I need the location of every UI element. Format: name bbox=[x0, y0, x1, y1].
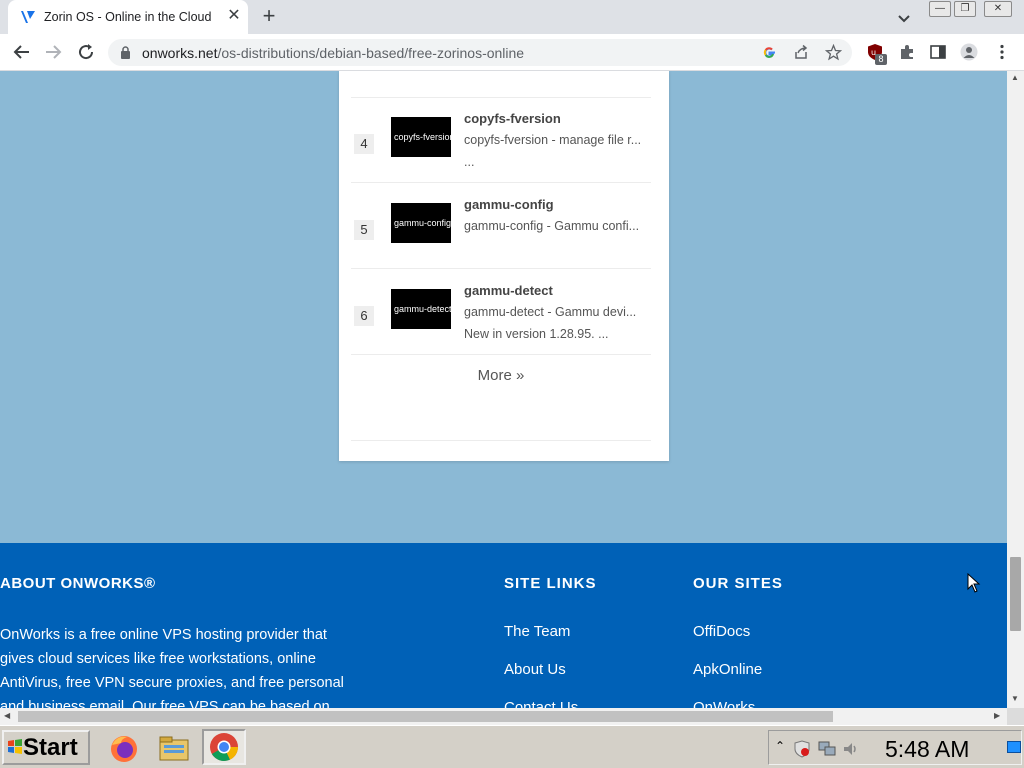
url-text[interactable]: onworks.net/os-distributions/debian-base… bbox=[142, 45, 524, 61]
share-icon[interactable] bbox=[793, 44, 810, 61]
new-tab-button[interactable]: + bbox=[258, 5, 280, 28]
footer-link-apkonline[interactable]: ApkOnline bbox=[693, 661, 762, 678]
extensions-puzzle-icon[interactable] bbox=[898, 43, 916, 61]
about-text: OnWorks is a free online VPS hosting pro… bbox=[0, 623, 360, 708]
list-item[interactable]: 4 copyfs-fversion copyfs-fversion copyfs… bbox=[339, 97, 669, 183]
tray-expand-icon[interactable]: ⌃ bbox=[775, 739, 785, 753]
tab-search-chevron-icon[interactable] bbox=[895, 9, 913, 27]
back-arrow-icon[interactable] bbox=[12, 42, 32, 62]
site-links-heading: SITE LINKS bbox=[504, 575, 597, 592]
item-description: copyfs-fversion - manage file r... bbox=[464, 133, 642, 147]
item-title-link[interactable]: copyfs-fversion bbox=[464, 111, 561, 126]
zorin-favicon-icon bbox=[21, 11, 35, 23]
footer-link-offidocs[interactable]: OffiDocs bbox=[693, 623, 750, 640]
footer-link-about-us[interactable]: About Us bbox=[504, 661, 566, 678]
reload-icon[interactable] bbox=[76, 42, 96, 62]
list-item[interactable]: 6 gammu-detect gammu-detect gammu-detect… bbox=[339, 268, 669, 354]
chrome-icon bbox=[210, 733, 238, 761]
restore-button[interactable]: ❐ bbox=[954, 1, 976, 17]
chrome-taskbar-button[interactable] bbox=[202, 729, 246, 765]
system-tray: ⌃ 5:48 AM bbox=[768, 730, 1022, 765]
about-text-line: OnWorks is a free online VPS hosting pro… bbox=[0, 627, 327, 643]
scroll-up-arrow-icon[interactable]: ▲ bbox=[1011, 73, 1019, 82]
firefox-icon[interactable] bbox=[107, 731, 141, 765]
profile-avatar-icon[interactable] bbox=[960, 43, 978, 61]
item-number: 5 bbox=[354, 220, 374, 240]
item-thumbnail[interactable]: gammu-config bbox=[391, 203, 451, 243]
close-window-button[interactable]: ✕ bbox=[984, 1, 1012, 17]
start-label: Start bbox=[23, 734, 78, 761]
forward-arrow-icon[interactable] bbox=[43, 42, 63, 62]
file-manager-icon[interactable] bbox=[157, 731, 191, 765]
side-panel-icon[interactable] bbox=[929, 43, 947, 61]
footer-link-onworks[interactable]: OnWorks bbox=[693, 699, 755, 708]
about-heading: ABOUT ONWORKS® bbox=[0, 575, 156, 592]
item-divider bbox=[351, 354, 651, 355]
tab-strip: Zorin OS - Online in the Cloud ✕ + — ❐ ✕ bbox=[0, 0, 1024, 34]
item-divider bbox=[351, 440, 651, 441]
mouse-cursor-icon bbox=[967, 573, 981, 593]
item-title-link[interactable]: gammu-config bbox=[464, 197, 554, 212]
browser-toolbar: onworks.net/os-distributions/debian-base… bbox=[0, 34, 1024, 71]
security-alert-icon[interactable] bbox=[793, 740, 811, 758]
extension-badge: 8 bbox=[875, 54, 887, 65]
bookmark-star-icon[interactable] bbox=[825, 44, 842, 61]
item-thumbnail[interactable]: gammu-detect bbox=[391, 289, 451, 329]
show-desktop-icon[interactable] bbox=[1007, 741, 1021, 753]
taskbar: Start ⌃ 5:48 AM bbox=[0, 725, 1024, 768]
lock-icon[interactable] bbox=[120, 46, 131, 59]
tab-close-icon[interactable]: ✕ bbox=[226, 8, 242, 24]
url-host: onworks.net bbox=[142, 45, 218, 61]
scroll-left-arrow-icon[interactable]: ◀ bbox=[4, 711, 10, 720]
minimize-button[interactable]: — bbox=[929, 1, 951, 17]
item-description-extra: ... bbox=[464, 155, 475, 169]
tab-title: Zorin OS - Online in the Cloud bbox=[44, 10, 212, 24]
list-item[interactable]: 5 gammu-config gammu-config gammu-config… bbox=[339, 182, 669, 268]
vertical-scrollbar[interactable]: ▲ ▼ bbox=[1007, 71, 1024, 708]
about-text-line: AntiVirus, free VPN secure proxies, and … bbox=[0, 675, 344, 691]
item-title-link[interactable]: gammu-detect bbox=[464, 283, 553, 298]
browser-tab-active[interactable]: Zorin OS - Online in the Cloud ✕ bbox=[8, 0, 248, 34]
google-icon[interactable] bbox=[761, 44, 778, 61]
about-text-line: gives cloud services like free workstati… bbox=[0, 651, 316, 667]
item-number: 4 bbox=[354, 134, 374, 154]
our-sites-heading: OUR SITES bbox=[693, 575, 783, 592]
footer-link-the-team[interactable]: The Team bbox=[504, 623, 570, 640]
volume-icon[interactable] bbox=[842, 740, 860, 758]
item-description-extra: New in version 1.28.95. ... bbox=[464, 327, 609, 341]
footer-link-contact-us[interactable]: Contact Us bbox=[504, 699, 578, 708]
item-description: gammu-detect - Gammu devi... bbox=[464, 305, 637, 319]
browser-menu-icon[interactable] bbox=[993, 43, 1011, 61]
taskbar-clock[interactable]: 5:48 AM bbox=[885, 736, 969, 763]
site-footer: ABOUT ONWORKS® OnWorks is a free online … bbox=[0, 543, 1007, 708]
vertical-scroll-thumb[interactable] bbox=[1010, 557, 1021, 631]
scrollbar-corner bbox=[1007, 708, 1024, 725]
item-description: gammu-config - Gammu confi... bbox=[464, 219, 640, 233]
item-number: 6 bbox=[354, 306, 374, 326]
page-viewport: 4 copyfs-fversion copyfs-fversion copyfs… bbox=[0, 71, 1007, 708]
scroll-right-arrow-icon[interactable]: ▶ bbox=[994, 711, 1000, 720]
windows-flag-icon bbox=[8, 739, 22, 754]
more-link[interactable]: More » bbox=[339, 367, 663, 384]
item-thumbnail[interactable]: copyfs-fversion bbox=[391, 117, 451, 157]
horizontal-scroll-thumb[interactable] bbox=[18, 711, 833, 722]
url-path: /os-distributions/debian-based/free-zori… bbox=[217, 45, 525, 61]
address-bar[interactable]: onworks.net/os-distributions/debian-base… bbox=[108, 39, 852, 66]
network-icon[interactable] bbox=[818, 740, 836, 758]
scroll-down-arrow-icon[interactable]: ▼ bbox=[1011, 694, 1019, 703]
related-list-card: 4 copyfs-fversion copyfs-fversion copyfs… bbox=[339, 71, 669, 461]
horizontal-scrollbar[interactable]: ◀ ▶ bbox=[0, 708, 1007, 725]
start-button[interactable]: Start bbox=[2, 730, 90, 765]
about-text-line: and business email. Our free VPS can be … bbox=[0, 699, 330, 708]
